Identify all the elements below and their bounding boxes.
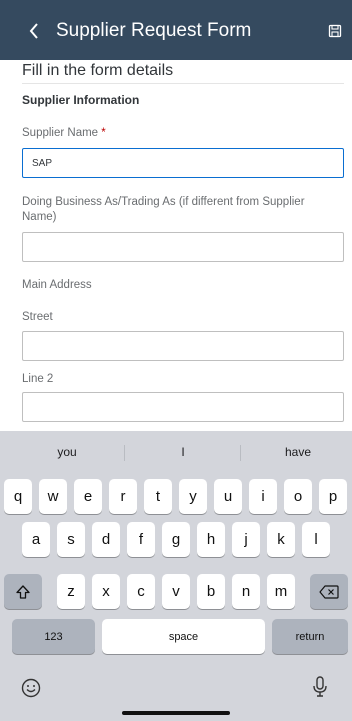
key-o[interactable]: o	[284, 479, 312, 514]
key-q[interactable]: q	[4, 479, 32, 514]
main-address-label: Main Address	[22, 279, 92, 291]
suggestion-2[interactable]: I	[128, 445, 238, 459]
delete-key[interactable]	[310, 574, 348, 609]
key-n[interactable]: n	[232, 574, 260, 609]
suggestion-1[interactable]: you	[12, 445, 122, 459]
key-i[interactable]: i	[249, 479, 277, 514]
supplier-name-label: Supplier Name *	[22, 126, 332, 141]
key-j[interactable]: j	[232, 522, 260, 557]
line2-label: Line 2	[22, 373, 54, 385]
supplier-form: Fill in the form details Supplier Inform…	[0, 60, 352, 431]
save-icon[interactable]	[328, 24, 342, 38]
key-e[interactable]: e	[74, 479, 102, 514]
key-f[interactable]: f	[127, 522, 155, 557]
dba-label: Doing Business As/Trading As (if differe…	[22, 196, 305, 223]
shift-key[interactable]	[4, 574, 42, 609]
key-u[interactable]: u	[214, 479, 242, 514]
delete-icon	[319, 584, 339, 599]
key-z[interactable]: z	[57, 574, 85, 609]
key-d[interactable]: d	[92, 522, 120, 557]
required-marker: *	[101, 127, 106, 139]
key-b[interactable]: b	[197, 574, 225, 609]
key-v[interactable]: v	[162, 574, 190, 609]
space-key[interactable]: space	[102, 619, 265, 654]
return-key[interactable]: return	[272, 619, 348, 654]
suggestion-3[interactable]: have	[243, 445, 352, 459]
key-l[interactable]: l	[302, 522, 330, 557]
key-m[interactable]: m	[267, 574, 295, 609]
key-y[interactable]: y	[179, 479, 207, 514]
microphone-icon[interactable]	[312, 676, 328, 703]
key-g[interactable]: g	[162, 522, 190, 557]
key-c[interactable]: c	[127, 574, 155, 609]
home-indicator	[122, 711, 230, 715]
line2-input[interactable]	[22, 392, 344, 422]
key-w[interactable]: w	[39, 479, 67, 514]
street-input[interactable]	[22, 331, 344, 361]
suggestion-divider	[240, 445, 241, 461]
key-p[interactable]: p	[319, 479, 347, 514]
key-x[interactable]: x	[92, 574, 120, 609]
suggestion-divider	[124, 445, 125, 461]
divider	[22, 83, 344, 84]
street-label: Street	[22, 311, 53, 323]
key-s[interactable]: s	[57, 522, 85, 557]
dba-input[interactable]	[22, 232, 344, 262]
shift-icon	[16, 584, 30, 599]
key-k[interactable]: k	[267, 522, 295, 557]
chevron-left-icon[interactable]	[26, 20, 42, 42]
key-a[interactable]: a	[22, 522, 50, 557]
form-heading: Fill in the form details	[22, 62, 174, 79]
page-title: Supplier Request Form	[56, 20, 252, 41]
numbers-key[interactable]: 123	[12, 619, 95, 654]
ios-keyboard: you I have q w e r t y u i o p a s d f g…	[0, 431, 352, 721]
supplier-name-input[interactable]	[22, 148, 344, 178]
emoji-icon[interactable]	[21, 678, 41, 703]
key-h[interactable]: h	[197, 522, 225, 557]
key-t[interactable]: t	[144, 479, 172, 514]
section-title: Supplier Information	[22, 93, 140, 107]
supplier-name-label-text: Supplier Name	[22, 127, 99, 139]
key-r[interactable]: r	[109, 479, 137, 514]
app-header: Supplier Request Form	[0, 0, 352, 60]
